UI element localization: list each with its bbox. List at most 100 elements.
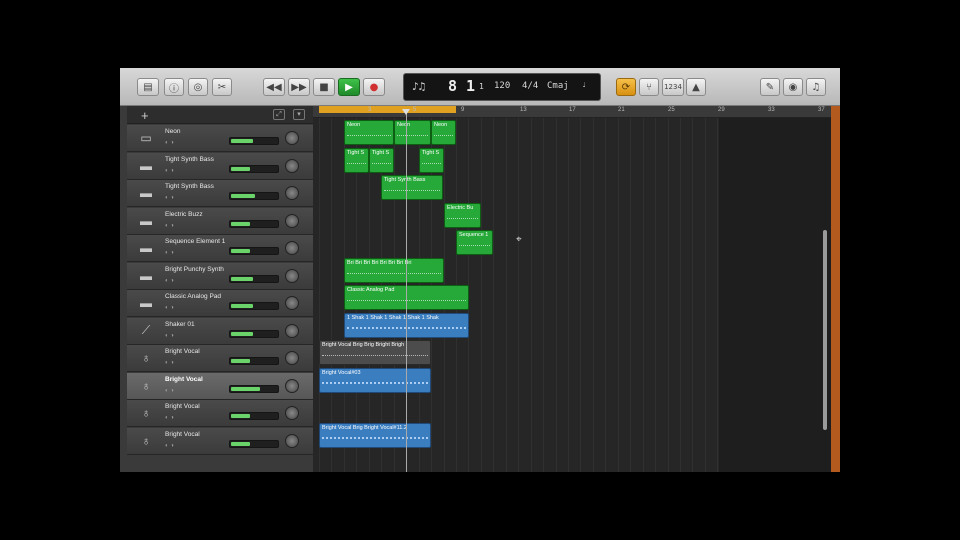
record-icon: ●	[369, 81, 379, 93]
mute-solo-icons[interactable]: ◐ ◑	[165, 140, 174, 146]
record-button[interactable]: ●	[363, 78, 385, 96]
count-in-button[interactable]: 1234	[662, 78, 684, 96]
region-waveform	[447, 217, 478, 222]
pan-knob[interactable]	[285, 158, 299, 173]
volume-slider[interactable]	[229, 274, 279, 283]
volume-slider[interactable]	[229, 164, 279, 173]
mute-solo-icons[interactable]: ◐ ◑	[165, 168, 174, 174]
track-header[interactable]: ♁ Bright Vocal ◐ ◑	[127, 372, 313, 400]
track-header[interactable]: ▬ Tight Synth Bass ◐ ◑	[127, 180, 313, 207]
tracks-area[interactable]: 3 5 9 13 17 21 25 29 33 37 Neon Neon Neon Tight S Tig…	[313, 106, 831, 472]
playhead[interactable]	[406, 112, 407, 472]
region-label: Bright Vocal Brig Bright Vocal#11.2	[322, 424, 407, 431]
editors-button[interactable]: ✂	[212, 78, 232, 96]
track-header[interactable]: ♁ Bright Vocal ◐ ◑	[127, 400, 313, 427]
pan-knob[interactable]	[285, 433, 299, 448]
region[interactable]: Neon	[394, 120, 431, 145]
pan-knob[interactable]	[285, 131, 299, 145]
pan-knob[interactable]	[285, 406, 299, 420]
vertical-scrollbar[interactable]	[823, 230, 827, 430]
mute-solo-icons[interactable]: ◐ ◑	[165, 415, 174, 421]
region[interactable]: Bri Bri Bri Bri Bri Bri Bri Bri	[344, 257, 444, 283]
mute-solo-icons[interactable]: ◐ ◑	[165, 250, 174, 256]
track-name: Neon	[165, 128, 181, 135]
playhead-handle[interactable]	[402, 109, 410, 115]
pan-knob[interactable]	[285, 296, 299, 310]
track-header[interactable]: ▬ Tight Synth Bass ◐ ◑	[127, 152, 313, 180]
tuner-button[interactable]: ⑂	[639, 78, 659, 96]
mute-solo-icons[interactable]: ◐ ◑	[165, 223, 174, 229]
region-label: Tight S	[422, 149, 440, 156]
region[interactable]: Neon	[344, 120, 394, 145]
volume-slider[interactable]	[229, 137, 279, 145]
pan-knob[interactable]	[285, 323, 299, 338]
region[interactable]: Tight S	[369, 147, 394, 173]
info-button[interactable]: ⓘ	[164, 78, 184, 96]
volume-level	[231, 139, 253, 143]
rewind-button[interactable]: ◀◀	[263, 78, 285, 96]
track-header[interactable]: ♁ Bright Vocal ◐ ◑	[127, 427, 313, 455]
mute-solo-icons[interactable]: ◐ ◑	[165, 195, 174, 201]
lcd-display[interactable]: ♪♫ 8 1 1 120 4/4 Cmaj ♩	[403, 73, 601, 101]
track-header[interactable]: ▭ Neon ◐ ◑	[127, 125, 313, 152]
grid-line	[543, 118, 544, 472]
cycle-region[interactable]	[319, 106, 456, 113]
pan-knob[interactable]	[285, 268, 299, 283]
pan-knob[interactable]	[285, 351, 299, 365]
region[interactable]: Neon	[431, 120, 456, 145]
mute-solo-icons[interactable]: ◐ ◑	[165, 360, 174, 366]
mute-solo-icons[interactable]: ◐ ◑	[165, 305, 174, 311]
region[interactable]: Tight S	[419, 147, 444, 173]
volume-slider[interactable]	[229, 439, 279, 448]
info-icon: ⓘ	[169, 83, 179, 95]
region[interactable]: Tight Synth Bass	[381, 175, 443, 200]
forward-button[interactable]: ▶▶	[288, 78, 310, 96]
pan-knob[interactable]	[285, 378, 299, 393]
region[interactable]: Bright Vocal Brig Brig Bright Brigh	[319, 340, 431, 365]
smart-controls-icon: ◎	[193, 81, 203, 93]
mute-solo-icons[interactable]: ◐ ◑	[165, 443, 174, 449]
library-button[interactable]: ▤	[137, 78, 159, 96]
play-button[interactable]: ▶	[338, 78, 360, 96]
pan-knob[interactable]	[285, 186, 299, 200]
track-header-toolbar: + ⤢ ▾	[127, 106, 313, 124]
track-options-icon[interactable]: ▾	[293, 109, 305, 120]
pan-knob[interactable]	[285, 241, 299, 255]
ruler[interactable]: 3 5 9 13 17 21 25 29 33 37	[313, 106, 831, 118]
mute-solo-icons[interactable]: ◐ ◑	[165, 388, 174, 394]
region[interactable]: Bright Vocal#03	[319, 367, 431, 393]
notepad-button[interactable]: ✎	[760, 78, 780, 96]
region[interactable]: Electric Bu	[444, 202, 481, 228]
mute-solo-icons[interactable]: ◐ ◑	[165, 333, 174, 339]
track-header[interactable]: ♁ Bright Vocal ◐ ◑	[127, 345, 313, 372]
stop-button[interactable]: ■	[313, 78, 335, 96]
volume-slider[interactable]	[229, 412, 279, 420]
volume-slider[interactable]	[229, 384, 279, 393]
pan-knob[interactable]	[285, 213, 299, 228]
track-header[interactable]: ⟋ Shaker 01 ◐ ◑	[127, 317, 313, 345]
region[interactable]: Sequence 1	[456, 230, 493, 255]
volume-slider[interactable]	[229, 247, 279, 255]
region-label: Tight S	[347, 149, 365, 156]
region[interactable]: Tight S	[344, 147, 369, 173]
track-header[interactable]: ▬ Classic Analog Pad ◐ ◑	[127, 290, 313, 317]
mute-solo-icons[interactable]: ◐ ◑	[165, 278, 174, 284]
cycle-button[interactable]: ⟳	[616, 78, 636, 96]
volume-slider[interactable]	[229, 357, 279, 365]
volume-slider[interactable]	[229, 329, 279, 338]
filter-icon[interactable]: ⤢	[273, 109, 285, 120]
add-track-button[interactable]: +	[141, 108, 149, 123]
smart-controls-button[interactable]: ◎	[188, 78, 208, 96]
volume-slider[interactable]	[229, 219, 279, 228]
metronome-icon: ▲	[692, 81, 700, 93]
track-header[interactable]: ▬ Electric Buzz ◐ ◑	[127, 207, 313, 235]
volume-slider[interactable]	[229, 192, 279, 200]
track-header[interactable]: ▬ Bright Punchy Synth ◐ ◑	[127, 262, 313, 290]
lcd-beat: 1	[466, 77, 476, 95]
region[interactable]: Bright Vocal Brig Bright Vocal#11.2	[319, 422, 431, 448]
volume-slider[interactable]	[229, 302, 279, 310]
media-browser-button[interactable]: ♫	[806, 78, 826, 96]
track-header[interactable]: ▬ Sequence Element 1 ◐ ◑	[127, 235, 313, 262]
loop-browser-button[interactable]: ◉	[783, 78, 803, 96]
metronome-button[interactable]: ▲	[686, 78, 706, 96]
